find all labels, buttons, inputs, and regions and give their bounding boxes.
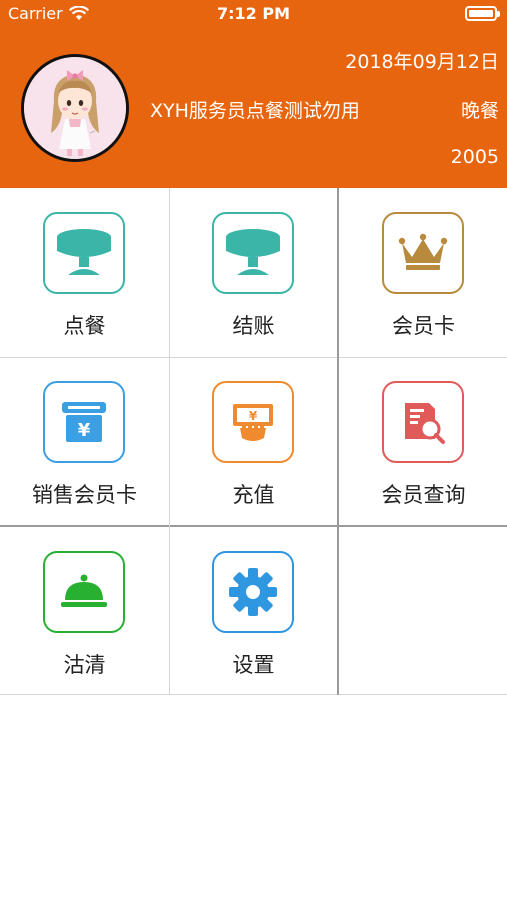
menu-item-member-query[interactable]: 会员查询 bbox=[339, 357, 507, 526]
menu-item-member-card-label: 会员卡 bbox=[392, 314, 455, 338]
menu-item-checkout-icon-frame bbox=[212, 212, 294, 294]
status-time: 7:12 PM bbox=[216, 4, 290, 23]
menu-item-member-card[interactable]: 会员卡 bbox=[339, 188, 507, 357]
meal-period: 晚餐 bbox=[460, 100, 499, 122]
menu-item-recharge-label: 充值 bbox=[232, 483, 275, 507]
table-code: 2005 bbox=[450, 146, 499, 168]
menu-item-sold-out-icon-frame bbox=[43, 551, 125, 633]
menu-item-member-card-icon-frame bbox=[382, 212, 464, 294]
yuan-card-icon: ¥ bbox=[60, 400, 108, 444]
menu-item-recharge-icon-frame: ¥ bbox=[212, 381, 294, 463]
menu-item-sold-out[interactable]: 沽清 bbox=[0, 527, 169, 696]
menu-item-sell-member-card-icon-frame: ¥ bbox=[43, 381, 125, 463]
recharge-hand-icon: ¥ bbox=[228, 400, 278, 444]
header: Carrier 7:12 PM 2018年09月12日 XYH服务员点餐测试勿用… bbox=[0, 0, 507, 188]
svg-text:¥: ¥ bbox=[78, 420, 91, 441]
staff-name: XYH服务员点餐测试勿用 bbox=[150, 100, 360, 122]
menu-item-member-query-icon-frame bbox=[382, 381, 464, 463]
menu-item-order-label: 点餐 bbox=[63, 314, 106, 338]
document-search-icon bbox=[399, 399, 447, 445]
svg-text:¥: ¥ bbox=[249, 409, 258, 423]
crown-icon bbox=[398, 233, 448, 273]
menu-item-settings[interactable]: 设置 bbox=[169, 527, 338, 696]
status-bar: Carrier 7:12 PM bbox=[0, 0, 507, 28]
avatar[interactable] bbox=[21, 54, 129, 162]
battery-icon bbox=[465, 6, 500, 21]
gear-icon bbox=[228, 567, 278, 617]
menu-item-sold-out-label: 沽清 bbox=[63, 653, 106, 677]
menu-item-order-icon-frame bbox=[43, 212, 125, 294]
menu-item-order[interactable]: 点餐 bbox=[0, 188, 169, 357]
menu-item-recharge[interactable]: ¥ 充值 bbox=[169, 357, 338, 526]
menu-item-member-query-label: 会员查询 bbox=[381, 483, 466, 507]
menu-item-checkout-label: 结账 bbox=[232, 314, 275, 338]
function-grid: 点餐 结账 会员卡 ¥ 销售会员卡 ¥ 充值 会员查询 沽清 设置 bbox=[0, 188, 507, 695]
dining-table-icon bbox=[54, 227, 114, 279]
food-cloche-icon bbox=[59, 572, 109, 612]
menu-item-sell-member-card[interactable]: ¥ 销售会员卡 bbox=[0, 357, 169, 526]
menu-item-settings-icon-frame bbox=[212, 551, 294, 633]
menu-item-settings-label: 设置 bbox=[232, 653, 275, 677]
dining-table-icon bbox=[223, 227, 283, 279]
menu-item-sell-member-card-label: 销售会员卡 bbox=[32, 483, 137, 507]
date-label: 2018年09月12日 bbox=[345, 51, 499, 73]
menu-item-checkout[interactable]: 结账 bbox=[169, 188, 338, 357]
